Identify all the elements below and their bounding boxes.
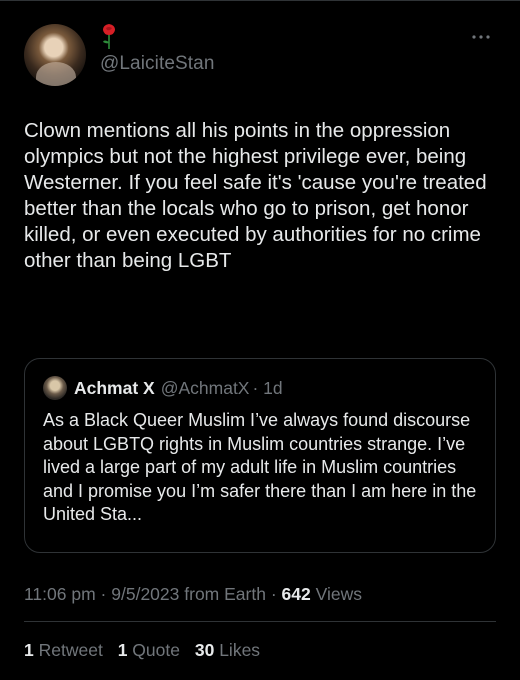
- quotes-label: Quote: [132, 640, 180, 660]
- quotes-stat[interactable]: 1 Quote: [118, 640, 180, 660]
- quoted-author-name[interactable]: Achmat X: [74, 378, 155, 399]
- likes-label: Likes: [219, 640, 261, 660]
- views-label: Views: [315, 584, 362, 604]
- retweets-label: Retweet: [38, 640, 103, 660]
- likes-count: 30: [194, 640, 215, 660]
- quoted-avatar[interactable]: [43, 376, 67, 400]
- divider: [24, 621, 496, 622]
- tweet-time[interactable]: 11:06 pm: [24, 584, 96, 604]
- meta-separator: ·: [270, 584, 277, 604]
- tweet-meta: 11:06 pm · 9/5/2023 from Earth · 642 Vie…: [24, 584, 362, 605]
- avatar[interactable]: [24, 24, 86, 86]
- more-options-icon[interactable]: [470, 32, 492, 42]
- tweet-source: from Earth: [184, 584, 266, 604]
- quoted-author-handle[interactable]: @AchmatX: [161, 378, 250, 399]
- retweets-stat[interactable]: 1 Retweet: [24, 640, 103, 660]
- quotes-count: 1: [117, 640, 128, 660]
- quoted-time: · 1d: [252, 377, 283, 398]
- author-handle[interactable]: @LaiciteStan: [100, 53, 215, 75]
- views-count: 642: [281, 584, 311, 604]
- engagement-stats: 1 Retweet 1 Quote 30 Likes: [24, 640, 270, 661]
- retweets-count: 1: [24, 640, 34, 660]
- tweet-date[interactable]: 9/5/2023: [111, 584, 179, 604]
- likes-stat[interactable]: 30 Likes: [195, 640, 260, 660]
- rose-icon: [103, 24, 115, 49]
- tweet-header: @LaiciteStan: [24, 18, 496, 88]
- tweet-text: Clown mentions all his points in the opp…: [24, 119, 487, 272]
- quoted-tweet-text: As a Black Queer Muslim I’ve always foun…: [43, 410, 477, 524]
- quoted-tweet-card[interactable]: Achmat X @AchmatX · 1d As a Black Queer …: [24, 358, 496, 553]
- top-divider: [0, 0, 520, 1]
- quoted-tweet-header: Achmat X @AchmatX · 1d: [43, 375, 283, 401]
- meta-separator: ·: [100, 584, 107, 604]
